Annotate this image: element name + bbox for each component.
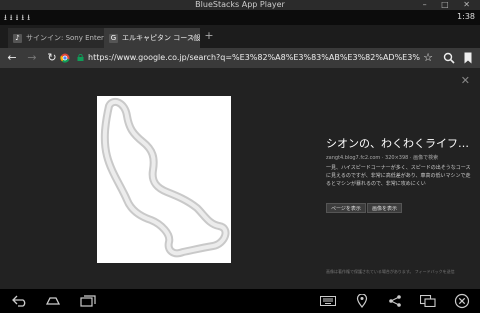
tab-label: サインイン: Sony Enterta... bbox=[26, 34, 104, 42]
new-tab-button[interactable]: + bbox=[202, 27, 216, 45]
status-bar: ⭳⭳⭳⭳⭳ 1:38 bbox=[0, 10, 480, 25]
location-icon[interactable] bbox=[356, 294, 368, 308]
window-title-bar: BlueStacks App Player – □ ✕ bbox=[0, 0, 480, 10]
copyright-note: 画像は著作権で保護されている場合があります。 フィードバックを送信 bbox=[326, 269, 455, 274]
reload-icon[interactable]: ↻ bbox=[44, 50, 60, 66]
window-controls[interactable]: – □ ✕ bbox=[423, 0, 476, 10]
window-title: BlueStacks App Player bbox=[195, 0, 285, 9]
view-image-button[interactable]: 画像を表示 bbox=[367, 203, 403, 213]
bookmarks-icon[interactable] bbox=[463, 52, 473, 64]
close-tab-icon[interactable]: × bbox=[190, 28, 197, 48]
home-nav-icon[interactable] bbox=[45, 296, 61, 306]
forward-icon[interactable]: → bbox=[24, 50, 40, 66]
tab-label: エルキャピタン コース設... bbox=[122, 34, 200, 42]
track-layout-image bbox=[100, 97, 230, 258]
chrome-logo-icon bbox=[60, 53, 70, 63]
tab-el-capitan[interactable]: G エルキャピタン コース設... × bbox=[104, 28, 200, 48]
close-app-icon[interactable] bbox=[454, 293, 470, 309]
image-page-title[interactable]: シオンの、わくわくライフ… bbox=[326, 135, 469, 151]
tab-sony[interactable]: ♪ サインイン: Sony Enterta... bbox=[8, 28, 104, 48]
lock-icon bbox=[77, 54, 84, 61]
sony-favicon-icon: ♪ bbox=[13, 34, 22, 43]
keyboard-icon[interactable] bbox=[320, 296, 336, 306]
view-page-button[interactable]: ページを表示 bbox=[326, 203, 366, 213]
status-clock: 1:38 bbox=[457, 12, 475, 21]
back-icon[interactable]: ← bbox=[4, 50, 20, 66]
close-panel-icon[interactable]: ✕ bbox=[461, 74, 470, 87]
android-nav-bar bbox=[0, 289, 480, 313]
bookmark-star-icon[interactable]: ☆ bbox=[420, 50, 436, 66]
search-icon[interactable] bbox=[443, 52, 455, 64]
back-nav-icon[interactable] bbox=[12, 295, 28, 307]
image-source-line: zangt4.blog7.fc2.com · 320×398 · 画像で検索 bbox=[326, 155, 439, 161]
multi-window-icon[interactable] bbox=[420, 295, 436, 307]
image-viewer-panel: ✕ シオンの、わくわくライフ… zangt4.blog7.fc2.com · 3… bbox=[0, 68, 480, 289]
google-favicon-icon: G bbox=[109, 34, 118, 43]
image-thumbnail[interactable] bbox=[97, 96, 231, 263]
recent-apps-nav-icon[interactable] bbox=[80, 295, 96, 307]
content-area: ✕ シオンの、わくわくライフ… zangt4.blog7.fc2.com · 3… bbox=[0, 68, 480, 289]
share-icon[interactable] bbox=[388, 294, 402, 308]
download-notification-icons: ⭳⭳⭳⭳⭳ bbox=[4, 13, 33, 22]
url-field[interactable]: https://www.google.co.jp/search?q=%E3%82… bbox=[88, 48, 420, 68]
tab-strip: ♪ サインイン: Sony Enterta... G エルキャピタン コース設.… bbox=[0, 25, 480, 48]
address-bar: ← → ↻ https://www.google.co.jp/search?q=… bbox=[0, 48, 480, 68]
image-description: 一見、ハイスピードコーナーが多く、スピードの出そうなコースに見えるのですが、非常… bbox=[326, 165, 471, 187]
